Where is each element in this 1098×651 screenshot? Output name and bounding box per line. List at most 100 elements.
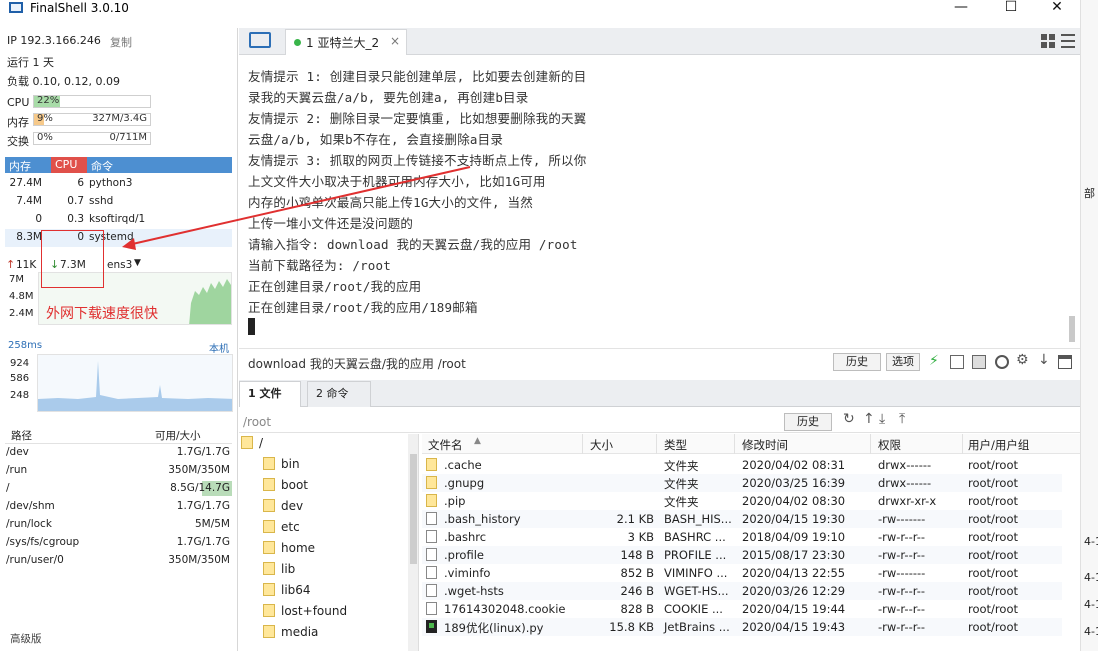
file-row[interactable]: 189优化(linux).py 15.8 KB JetBrains ... 2020/…	[422, 618, 1062, 636]
tab-files[interactable]: 1 文件	[239, 381, 301, 407]
tree-item[interactable]: lib64	[263, 583, 311, 601]
tree-item[interactable]: lib	[263, 562, 295, 580]
file-name: 189优化(linux).py	[444, 621, 544, 635]
window-icon[interactable]	[1058, 355, 1072, 369]
col-mtime[interactable]: 修改时间	[742, 437, 788, 453]
download-icon[interactable]: ⤓	[879, 411, 885, 427]
file-name: .bash_history	[444, 512, 521, 526]
close-button[interactable]: ✕	[1034, 0, 1080, 17]
col-owner[interactable]: 用户/用户组	[968, 437, 1029, 453]
history-button[interactable]: 历史	[833, 353, 881, 371]
process-row[interactable]: 8.3M 0 systemd	[5, 229, 232, 247]
disk-row[interactable]: /dev/shm 1.7G/1.7G	[5, 498, 232, 516]
menu-icon[interactable]	[1061, 34, 1075, 48]
file-mtime: 2015/08/17 23:30	[742, 548, 846, 562]
copy-icon[interactable]	[950, 355, 964, 369]
col-name[interactable]: 文件名	[428, 437, 463, 453]
file-row[interactable]: .gnupg 文件夹 2020/03/25 16:39 drwx------ root/…	[422, 474, 1062, 492]
file-row[interactable]: .profile 148 B PROFILE ... 2015/08/17 23:30…	[422, 546, 1062, 564]
tree-item[interactable]: boot	[263, 478, 308, 496]
advanced-edition-link[interactable]: 高级版	[10, 631, 42, 646]
ip-label: IP 192.3.166.246	[7, 34, 101, 47]
file-row[interactable]: .bash_history 2.1 KB BASH_HIS... 2020/04/15…	[422, 510, 1062, 528]
tree-scrollbar[interactable]	[408, 434, 418, 651]
arrow-down-icon[interactable]: ↓	[1038, 352, 1052, 368]
disk-row[interactable]: / 8.5G/14.7G	[5, 480, 232, 498]
edge-text: 4-1	[1084, 625, 1098, 638]
minimize-button[interactable]: —	[938, 0, 984, 17]
disk-row[interactable]: /dev 1.7G/1.7G	[5, 444, 232, 462]
disk-row[interactable]: /sys/fs/cgroup 1.7G/1.7G	[5, 534, 232, 552]
col-perm[interactable]: 权限	[878, 437, 901, 453]
tree-item[interactable]: bin	[263, 457, 300, 475]
options-button[interactable]: 选项	[886, 353, 920, 371]
tab-commands[interactable]: 2 命令	[307, 381, 371, 407]
grid-view-icon[interactable]	[1041, 34, 1055, 48]
maximize-button[interactable]: ☐	[988, 0, 1034, 17]
gear-icon[interactable]: ⚙	[1016, 352, 1030, 368]
lightning-icon[interactable]: ⚡	[929, 354, 943, 368]
file-mtime: 2020/04/15 19:43	[742, 620, 846, 634]
folder-icon	[263, 499, 275, 512]
terminal-line: 友情提示 3: 抓取的网页上传链接不支持断点上传, 所以你	[248, 153, 587, 168]
tree-item[interactable]: etc	[263, 520, 300, 538]
col-size[interactable]: 大小	[590, 437, 613, 453]
copy-ip-button[interactable]: 复制	[110, 34, 132, 50]
disk-path: /run	[6, 464, 28, 476]
file-row[interactable]: .pip 文件夹 2020/04/02 08:30 drwxr-xr-x root/ro…	[422, 492, 1062, 510]
mem-label: 内存	[7, 116, 29, 129]
path-history-button[interactable]: 历史	[784, 413, 832, 431]
file-row[interactable]: .bashrc 3 KB BASHRC ... 2018/04/09 19:10 -rw…	[422, 528, 1062, 546]
file-perm: -rw-r--r--	[878, 530, 926, 544]
command-input[interactable]: download 我的天翼云盘/我的应用 /root	[248, 355, 466, 372]
file-mtime: 2020/04/02 08:30	[742, 494, 846, 508]
col-type[interactable]: 类型	[664, 437, 687, 453]
edge-text: 4-1	[1084, 535, 1098, 548]
disk-header-usage[interactable]: 可用/大小	[155, 428, 201, 443]
proc-header-cmd[interactable]: 命令	[91, 158, 113, 174]
tree-scrollbar-thumb[interactable]	[410, 454, 417, 564]
disk-usage: 350M/350M	[168, 554, 230, 566]
paste-icon[interactable]	[972, 355, 986, 369]
file-row[interactable]: .cache 文件夹 2020/04/02 08:31 drwx------ root/…	[422, 456, 1062, 474]
disk-row[interactable]: /run 350M/350M	[5, 462, 232, 480]
tree-item[interactable]: lost+found	[263, 604, 347, 622]
file-owner: root/root	[968, 458, 1018, 472]
chevron-down-icon[interactable]: ▼	[134, 258, 141, 268]
tree-item[interactable]: /	[241, 436, 263, 454]
refresh-icon[interactable]: ↻	[843, 411, 855, 427]
tree-item[interactable]: media	[263, 625, 318, 643]
process-row[interactable]: 7.4M 0.7 sshd	[5, 193, 232, 211]
disk-header-path[interactable]: 路径	[11, 428, 32, 443]
file-row[interactable]: .wget-hsts 246 B WGET-HS... 2020/03/26 12:2…	[422, 582, 1062, 600]
folder-open-icon[interactable]	[249, 32, 271, 48]
disk-row[interactable]: /run/user/0 350M/350M	[5, 552, 232, 570]
ping-graph-chart	[38, 361, 232, 411]
proc-header-cpu[interactable]: CPU	[51, 157, 87, 173]
upload-icon[interactable]: ⤒	[899, 411, 905, 427]
edge-text: 4-1	[1084, 571, 1098, 584]
disk-row[interactable]: /run/lock 5M/5M	[5, 516, 232, 534]
search-icon[interactable]	[995, 355, 1009, 369]
terminal-line: 当前下载路径为: /root	[248, 258, 391, 273]
tree-item[interactable]: home	[263, 541, 315, 559]
ping-host[interactable]: 本机	[209, 340, 229, 355]
swap-value: 0%	[37, 132, 53, 143]
session-tab[interactable]: 1 亚特兰大_2 ×	[285, 29, 407, 55]
proc-header-mem[interactable]: 内存	[9, 158, 31, 174]
process-row[interactable]: 0 0.3 ksoftirqd/1	[5, 211, 232, 229]
up-directory-icon[interactable]: ↑	[863, 411, 875, 427]
path-input[interactable]: /root	[243, 415, 271, 429]
process-row[interactable]: 27.4M 6 python3	[5, 175, 232, 193]
disk-path: /dev/shm	[6, 500, 55, 512]
tree-item[interactable]: dev	[263, 499, 303, 517]
process-cpu: 6	[77, 177, 84, 189]
terminal-scrollbar[interactable]	[1069, 316, 1075, 342]
folder-icon	[263, 457, 275, 470]
file-row[interactable]: 17614302048.cookie 828 B COOKIE ... 2020/04…	[422, 600, 1062, 618]
close-tab-icon[interactable]: ×	[390, 34, 400, 48]
terminal[interactable]: 友情提示 1: 创建目录只能创建单层, 比如要去创建新的目 录我的天翼云盘/a/…	[239, 56, 1080, 348]
file-row[interactable]: .viminfo 852 B VIMINFO ... 2020/04/13 22:55…	[422, 564, 1062, 582]
interface-select[interactable]: ens3	[107, 259, 132, 271]
ping-graph-area	[38, 361, 232, 411]
